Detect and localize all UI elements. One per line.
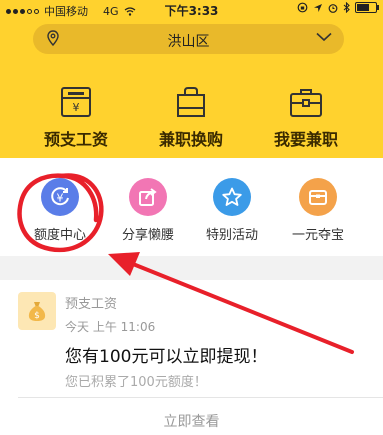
location-selector[interactable]: 洪山区 (33, 24, 344, 54)
message-card[interactable]: $ 预支工资 今天 上午 11:06 您有100元可以立即提现！ 您已积累了10… (0, 280, 383, 435)
money-bag-icon: $ (18, 292, 56, 330)
star-icon (213, 178, 251, 216)
entry-label: 分享懒腰 (121, 228, 174, 243)
entry-label: 一元夺宝 (291, 228, 344, 243)
view-now-link[interactable]: 立即查看 (0, 411, 383, 431)
location-arrow-icon (314, 3, 322, 12)
quick-entry-row: ¥ 额度中心 分享懒腰 特别活动 一元夺宝 (0, 158, 383, 256)
entry-share[interactable]: 分享懒腰 (103, 178, 193, 243)
yen-refresh-icon: ¥ (41, 178, 79, 216)
location-name: 洪山区 (167, 34, 210, 50)
message-title: 预支工资 (65, 297, 118, 312)
bluetooth-icon (343, 2, 350, 13)
top-entry-advance-salary[interactable]: ¥ 预支工资 (28, 86, 124, 150)
alarm-icon (328, 3, 338, 13)
top-entry-label: 我要兼职 (273, 130, 338, 149)
status-bar: 中国移动 4G 下午3:33 (0, 0, 383, 20)
entry-label: 特别活动 (205, 228, 258, 243)
svg-text:¥: ¥ (73, 101, 80, 114)
header: 洪山区 ¥ 预支工资 兼职换购 我要兼职 (0, 20, 383, 158)
status-right (297, 2, 379, 13)
wallet-icon: ¥ (61, 87, 91, 117)
entry-credit-center[interactable]: ¥ 额度中心 (15, 178, 105, 243)
lock-rotation-icon (297, 2, 308, 13)
briefcase-icon (290, 89, 322, 117)
entry-one-yuan-treasure[interactable]: 一元夺宝 (273, 178, 363, 243)
share-icon (129, 178, 167, 216)
top-entry-label: 兼职换购 (158, 130, 223, 149)
top-entry-part-time-exchange[interactable]: 兼职换购 (143, 86, 239, 150)
entry-special-events[interactable]: 特别活动 (187, 178, 277, 243)
chevron-down-icon (316, 32, 332, 42)
treasure-icon (299, 178, 337, 216)
divider (18, 397, 383, 398)
top-entry-label: 预支工资 (43, 130, 108, 149)
message-headline: 您有100元可以立即提现！ (65, 347, 268, 367)
svg-text:$: $ (34, 311, 40, 321)
message-subtitle: 您已积累了100元额度！ (65, 375, 207, 390)
top-entry-find-part-time[interactable]: 我要兼职 (258, 86, 354, 150)
svg-text:¥: ¥ (57, 192, 64, 205)
entry-label: 额度中心 (33, 228, 86, 243)
battery-icon (355, 2, 379, 13)
message-time: 今天 上午 11:06 (65, 320, 156, 334)
shopping-bag-icon (177, 87, 205, 117)
